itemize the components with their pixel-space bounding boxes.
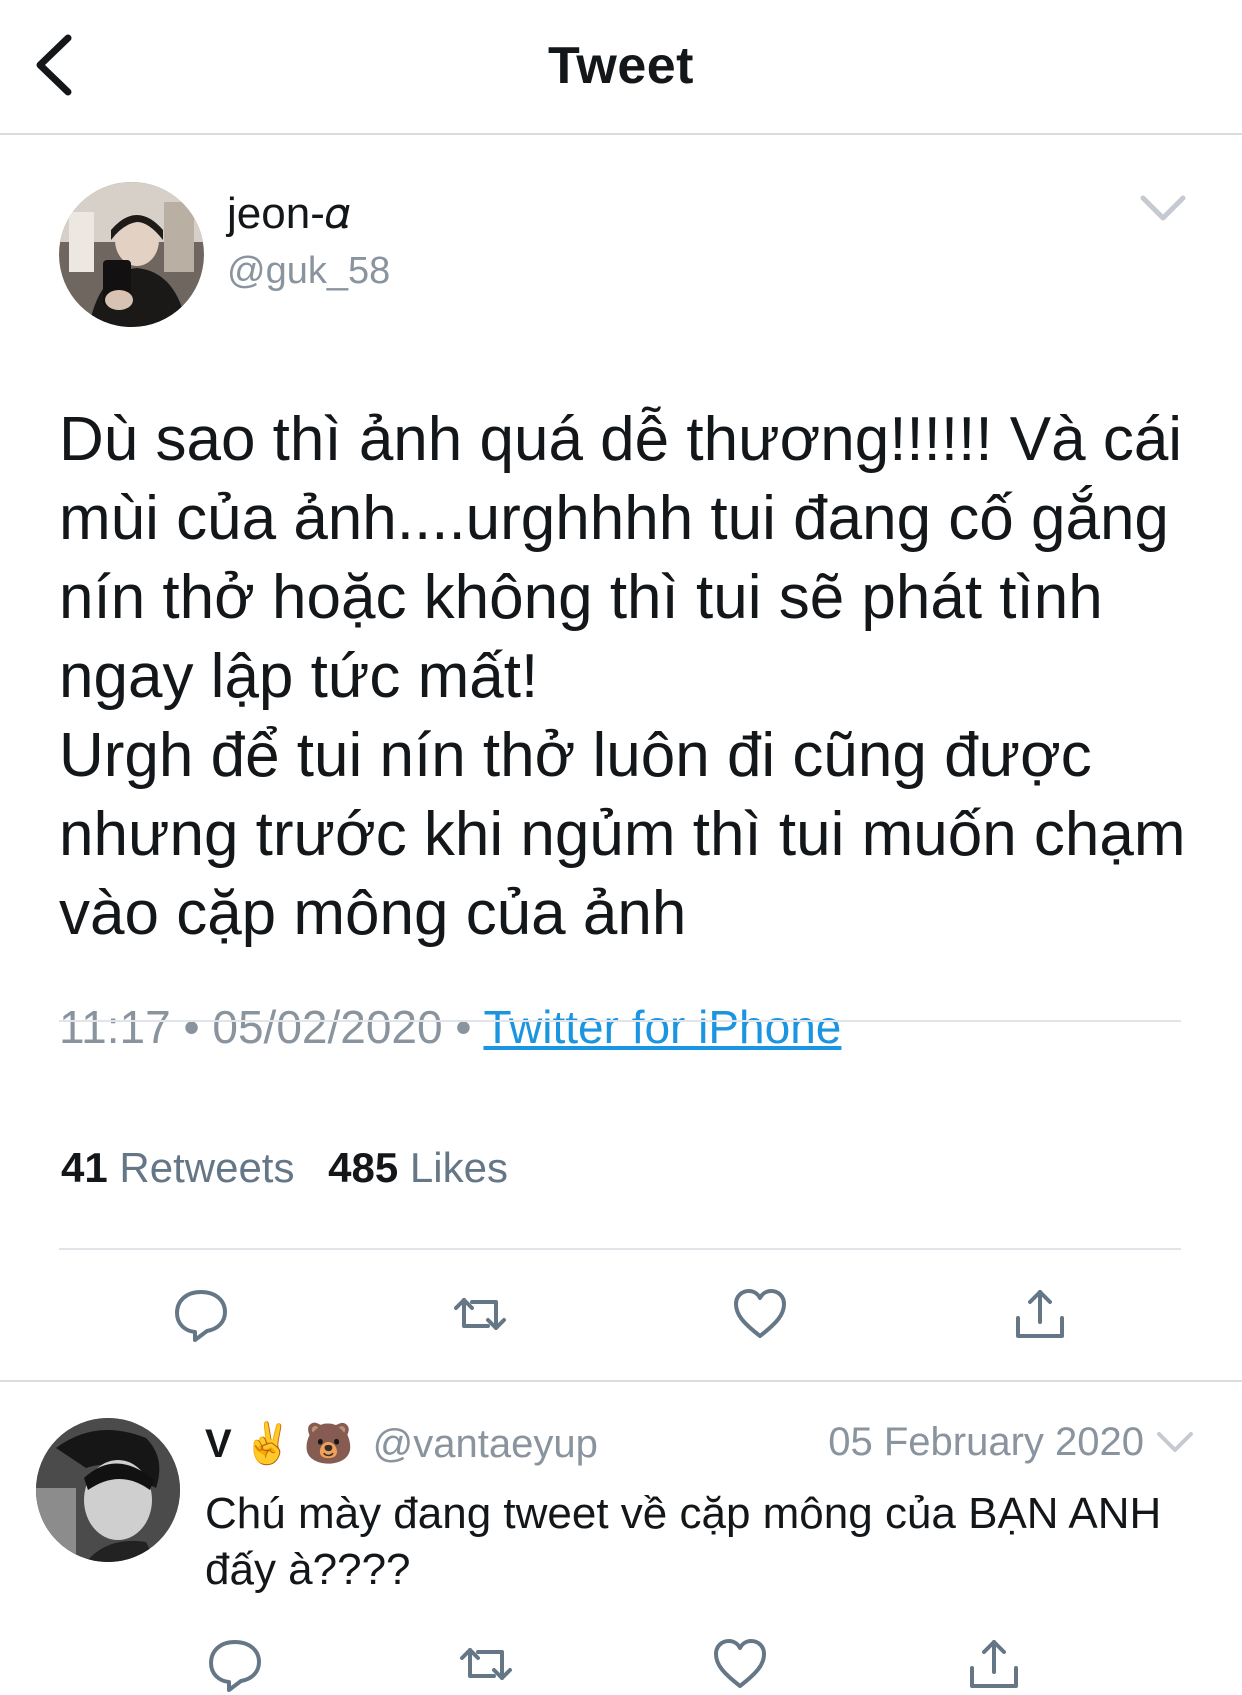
retweets-count: 41 bbox=[61, 1144, 108, 1191]
meta-separator: • bbox=[455, 1001, 472, 1053]
share-icon bbox=[1016, 1290, 1064, 1338]
page-title: Tweet bbox=[547, 37, 694, 95]
retweets-label: Retweets bbox=[119, 1144, 295, 1191]
reply-reply-button[interactable] bbox=[205, 1634, 265, 1694]
avatar-photo bbox=[59, 182, 204, 327]
thread-divider bbox=[0, 1380, 1242, 1382]
chevron-down-icon bbox=[1140, 195, 1186, 221]
heart-icon bbox=[734, 1289, 786, 1338]
reply-text: Chú mày đang tweet về cặp mông của BẠN A… bbox=[205, 1489, 1162, 1594]
tweet-date: 05/02/2020 bbox=[212, 1001, 443, 1053]
tweet-time: 11:17 bbox=[59, 1001, 171, 1053]
reply-user-handle[interactable]: @vantaeyup bbox=[373, 1422, 598, 1466]
display-name[interactable]: jeon-𝛼 bbox=[227, 189, 350, 239]
reply-date: 05 February 2020 bbox=[828, 1420, 1144, 1464]
tweet-action-bar bbox=[0, 1284, 1242, 1364]
reply-share-button[interactable] bbox=[964, 1634, 1024, 1694]
avatar[interactable] bbox=[59, 182, 204, 327]
reply-like-button[interactable] bbox=[710, 1634, 770, 1694]
reply-header: V ✌️ 🐻 @vantaeyup bbox=[205, 1420, 598, 1467]
reply-button[interactable] bbox=[171, 1284, 231, 1344]
retweet-button[interactable] bbox=[450, 1284, 510, 1344]
divider bbox=[59, 1020, 1181, 1022]
source-link[interactable]: Twitter for iPhone bbox=[483, 1001, 841, 1053]
heart-icon bbox=[714, 1639, 766, 1688]
reply-icon bbox=[175, 1290, 227, 1342]
chevron-down-icon bbox=[1157, 1432, 1193, 1452]
reply-action-bar bbox=[0, 1634, 1242, 1695]
share-icon bbox=[970, 1640, 1018, 1688]
divider bbox=[59, 1248, 1181, 1250]
reply-icon bbox=[209, 1640, 261, 1692]
reply-avatar-photo bbox=[36, 1418, 180, 1562]
likes-count: 485 bbox=[328, 1144, 399, 1191]
share-button[interactable] bbox=[1010, 1284, 1070, 1344]
tweet-options-button[interactable] bbox=[1135, 188, 1191, 228]
meta-separator: • bbox=[183, 1001, 200, 1053]
user-handle[interactable]: @guk_58 bbox=[227, 250, 390, 293]
reply-retweet-button[interactable] bbox=[456, 1634, 516, 1694]
like-button[interactable] bbox=[730, 1284, 790, 1344]
reply-display-name[interactable]: V ✌️ 🐻 bbox=[205, 1422, 354, 1466]
retweet-icon bbox=[460, 1648, 512, 1680]
reply-options-button[interactable] bbox=[1153, 1426, 1197, 1458]
reply-avatar[interactable] bbox=[36, 1418, 180, 1562]
tweet-text: Dù sao thì ảnh quá dễ thương!!!!!! Và cá… bbox=[59, 405, 1186, 948]
likes-label: Likes bbox=[409, 1144, 508, 1191]
retweets-stat[interactable]: 41 Retweets bbox=[61, 1144, 294, 1191]
tweet-meta: 11:17 • 05/02/2020 • Twitter for iPhone bbox=[59, 1000, 841, 1054]
tweet-stats: 41 Retweets 485 Likes bbox=[61, 1144, 530, 1192]
likes-stat[interactable]: 485 Likes bbox=[328, 1144, 508, 1191]
retweet-icon bbox=[454, 1298, 506, 1330]
top-nav-bar: Tweet bbox=[0, 0, 1242, 135]
